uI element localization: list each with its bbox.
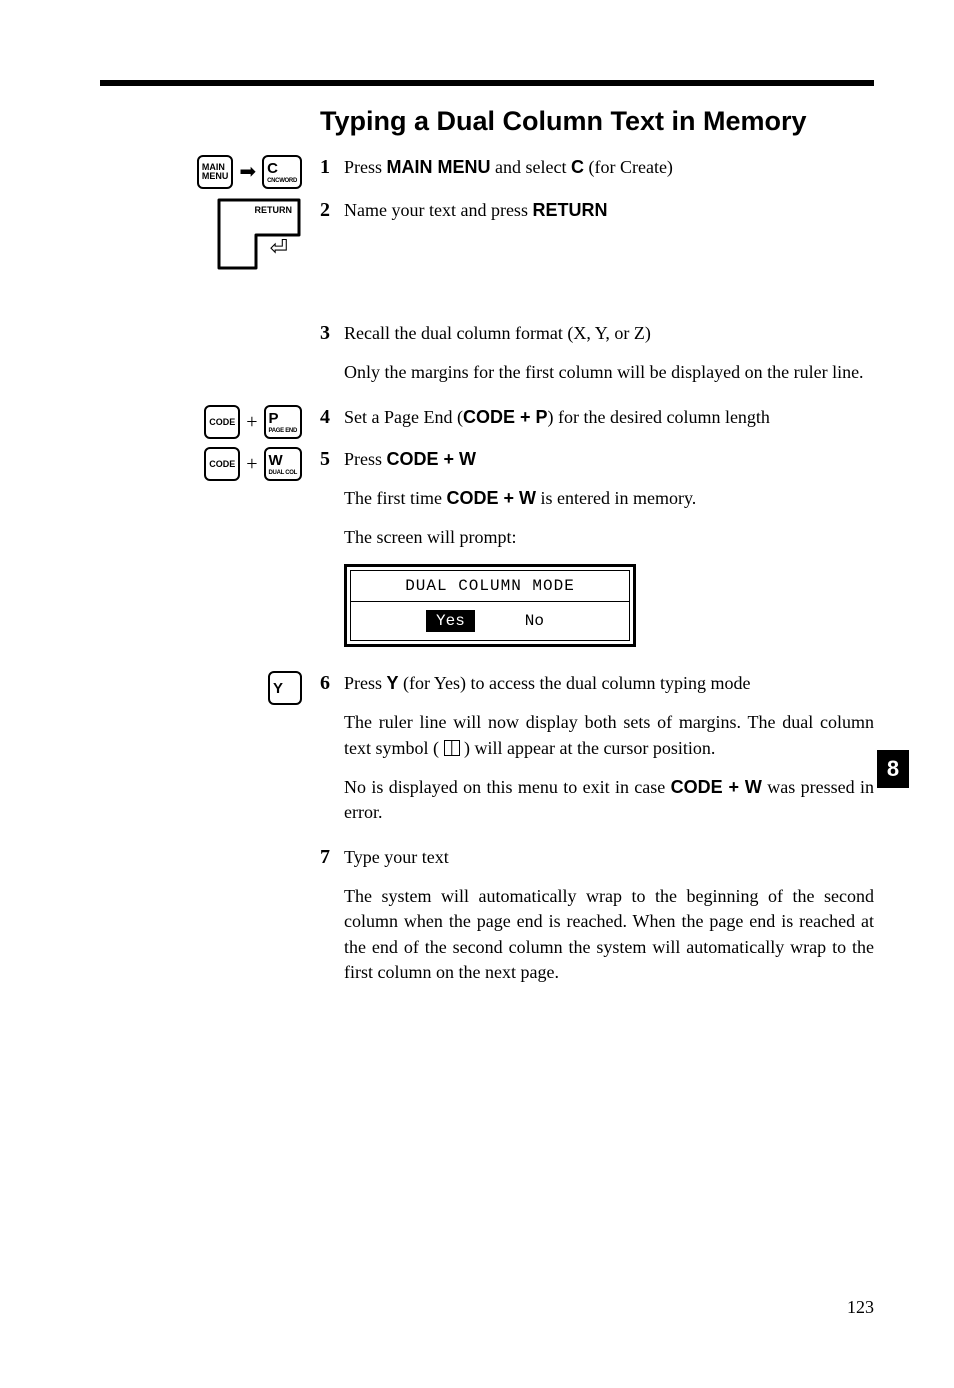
step-2: 2 Name your text and press RETURN	[320, 198, 874, 223]
content-steps-4-5: 4 Set a Page End (CODE + P) for the desi…	[320, 405, 874, 665]
step-4-body: Set a Page End (CODE + P) for the desire…	[344, 405, 874, 430]
key-c: C CNCWORD	[262, 155, 302, 189]
step-7-number: 7	[320, 845, 344, 870]
key-y: Y	[268, 671, 302, 705]
key-row-code-w: CODE + W DUAL COL	[204, 447, 302, 481]
block-step-6: Y 6 Press Y (for Yes) to access the dual…	[100, 671, 874, 839]
key-return-label: RETURN	[255, 205, 293, 215]
step-4: 4 Set a Page End (CODE + P) for the desi…	[320, 405, 874, 430]
icon-col-1: MAIN MENU ➡ C CNCWORD RETURN ⏎	[100, 155, 320, 271]
prompt-inner: DUAL COLUMN MODE Yes No	[350, 570, 630, 641]
chapter-badge: 8	[877, 750, 909, 788]
page-number: 123	[847, 1297, 874, 1318]
page: Typing a Dual Column Text in Memory MAIN…	[0, 0, 954, 1388]
prompt-title: DUAL COLUMN MODE	[351, 571, 629, 602]
step-6-body: Press Y (for Yes) to access the dual col…	[344, 671, 874, 696]
plus-icon-2: +	[246, 454, 257, 474]
prompt-no: No	[515, 610, 554, 632]
key-main-menu: MAIN MENU	[197, 155, 234, 189]
prompt-yes: Yes	[426, 610, 475, 632]
step-3-note: Only the margins for the first column wi…	[344, 360, 874, 385]
key-code-1: CODE	[204, 405, 240, 439]
plus-icon-1: +	[246, 412, 257, 432]
horizontal-rule	[100, 80, 874, 86]
step-4-number: 4	[320, 405, 344, 430]
content-step-7: 7 Type your text The system will automat…	[320, 845, 874, 999]
step-3-number: 3	[320, 321, 344, 346]
step-3-body: Recall the dual column format (X, Y, or …	[344, 321, 874, 346]
step-6-para2: No is displayed on this menu to exit in …	[344, 775, 874, 825]
arrow-right-icon: ➡	[239, 162, 256, 182]
step-1-body: Press MAIN MENU and select C (for Create…	[344, 155, 874, 180]
step-2-number: 2	[320, 198, 344, 223]
key-return: RETURN ⏎	[216, 197, 302, 271]
step-5: 5 Press CODE + W	[320, 447, 874, 472]
return-arrow-icon: ⏎	[270, 235, 288, 261]
step-6-para1: The ruler line will now display both set…	[344, 710, 874, 760]
key-w: W DUAL COL	[264, 447, 303, 481]
content-step-6: 6 Press Y (for Yes) to access the dual c…	[320, 671, 874, 839]
icon-col-6: Y	[100, 671, 320, 705]
prompt-box: DUAL COLUMN MODE Yes No	[344, 564, 636, 647]
step-5-line2: The screen will prompt:	[344, 525, 874, 550]
key-row-code-p: CODE + P PAGE END	[204, 405, 302, 439]
step-6: 6 Press Y (for Yes) to access the dual c…	[320, 671, 874, 696]
block-step-7: 7 Type your text The system will automat…	[100, 845, 874, 999]
step-7-para1: The system will automatically wrap to th…	[344, 884, 874, 985]
block-steps-1-2: MAIN MENU ➡ C CNCWORD RETURN ⏎ 1 Press M…	[100, 155, 874, 271]
key-code-2: CODE	[204, 447, 240, 481]
block-step-3: 3 Recall the dual column format (X, Y, o…	[100, 321, 874, 399]
step-3: 3 Recall the dual column format (X, Y, o…	[320, 321, 874, 346]
block-steps-4-5: CODE + P PAGE END CODE + W DUAL COL 4	[100, 405, 874, 665]
prompt-options: Yes No	[351, 602, 629, 640]
icon-col-4-5: CODE + P PAGE END CODE + W DUAL COL	[100, 405, 320, 489]
dual-column-symbol-icon	[444, 740, 460, 756]
step-5-line1: The first time CODE + W is entered in me…	[344, 486, 874, 511]
step-1-number: 1	[320, 155, 344, 180]
page-title: Typing a Dual Column Text in Memory	[320, 106, 874, 137]
step-1: 1 Press MAIN MENU and select C (for Crea…	[320, 155, 874, 180]
step-2-body: Name your text and press RETURN	[344, 198, 874, 223]
step-5-body: Press CODE + W	[344, 447, 874, 472]
content-steps-1-2: 1 Press MAIN MENU and select C (for Crea…	[320, 155, 874, 233]
content-step-3: 3 Recall the dual column format (X, Y, o…	[320, 321, 874, 399]
key-p: P PAGE END	[264, 405, 303, 439]
key-row-mainmenu-c: MAIN MENU ➡ C CNCWORD	[197, 155, 302, 189]
step-6-number: 6	[320, 671, 344, 696]
step-7: 7 Type your text	[320, 845, 874, 870]
step-5-number: 5	[320, 447, 344, 472]
step-7-body: Type your text	[344, 845, 874, 870]
